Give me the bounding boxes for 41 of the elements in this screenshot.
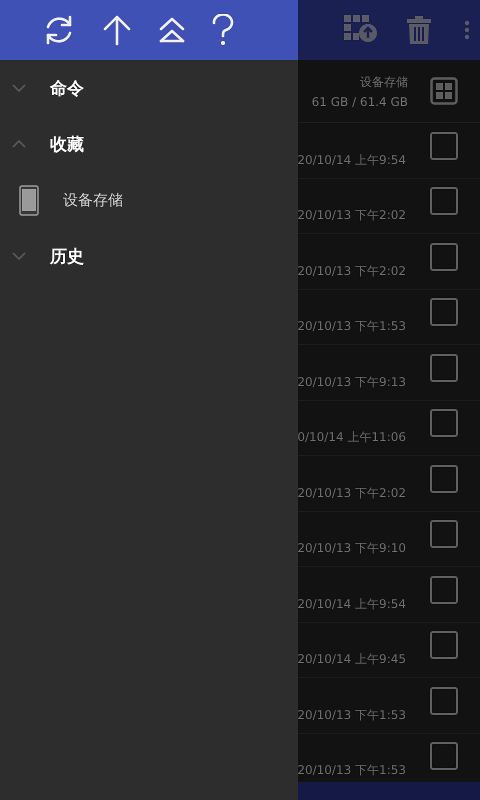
drawer-group[interactable]: 历史 (0, 228, 298, 284)
file-checkbox[interactable] (430, 631, 458, 659)
chevron-icon (12, 84, 26, 92)
file-date: 20/10/13 下午1:53 (297, 318, 406, 335)
file-checkbox[interactable] (430, 686, 458, 714)
file-checkbox[interactable] (430, 742, 458, 770)
file-checkbox[interactable] (430, 242, 458, 270)
file-checkbox[interactable] (430, 298, 458, 326)
file-checkbox[interactable] (430, 409, 458, 437)
up-arrow-icon[interactable] (102, 14, 132, 46)
file-checkbox[interactable] (430, 354, 458, 382)
upload-grid-icon[interactable] (344, 15, 378, 45)
file-date: 20/10/14 上午9:54 (297, 152, 406, 168)
help-icon[interactable] (212, 14, 234, 46)
drawer-group[interactable]: 收藏 (0, 116, 298, 172)
grid-view-icon[interactable] (430, 77, 458, 105)
file-date: 20/10/14 上午9:54 (297, 596, 406, 612)
file-date: 20/10/13 下午1:53 (297, 706, 406, 724)
file-date: 20/10/13 下午9:10 (297, 540, 406, 557)
double-chevron-up-icon[interactable] (158, 16, 186, 44)
file-checkbox[interactable] (430, 576, 458, 604)
file-date: 20/10/13 下午2:02 (297, 262, 406, 280)
file-date: 20/10/13 下午9:13 (297, 374, 406, 390)
trash-icon[interactable] (406, 15, 432, 45)
file-checkbox[interactable] (430, 464, 458, 492)
storage-usage: 61 GB / 61.4 GB (312, 94, 408, 108)
file-date: 20/10/13 下午2:02 (297, 207, 406, 224)
drawer-item[interactable]: 设备存储 (0, 172, 298, 228)
file-checkbox[interactable] (430, 520, 458, 548)
file-date: 20/10/13 下午2:02 (297, 484, 406, 502)
drawer-group[interactable]: 命令 (0, 60, 298, 116)
file-date: 20/10/13 下午1:53 (297, 762, 406, 779)
file-date: 0/10/14 上午11:06 (297, 429, 406, 446)
chevron-icon (12, 140, 26, 148)
phone-icon (19, 184, 39, 216)
more-icon[interactable] (464, 20, 470, 40)
file-date: 20/10/14 上午9:45 (297, 651, 406, 668)
chevron-icon (12, 252, 26, 260)
storage-name: 设备存储 (360, 74, 408, 90)
file-checkbox[interactable] (430, 187, 458, 215)
file-checkbox[interactable] (430, 132, 458, 160)
